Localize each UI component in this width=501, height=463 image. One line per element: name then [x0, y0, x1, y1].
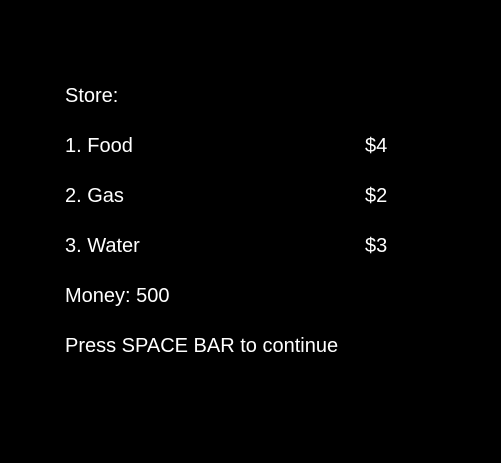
- store-item-gas-price: $2: [365, 185, 388, 207]
- continue-prompt: Press SPACE BAR to continue: [65, 335, 339, 357]
- store-item-gas-label: 2. Gas: [65, 185, 124, 207]
- game-screen: Store: 1. Food $4 2. Gas $2 3. Water $3 …: [0, 0, 501, 463]
- money-display: Money: 500: [65, 285, 170, 307]
- store-item-water-price: $3: [365, 235, 388, 257]
- store-title: Store:: [65, 85, 119, 107]
- store-item-food-price: $4: [365, 135, 388, 157]
- store-item-water-label: 3. Water: [65, 235, 140, 257]
- store-item-food-label: 1. Food: [65, 135, 133, 157]
